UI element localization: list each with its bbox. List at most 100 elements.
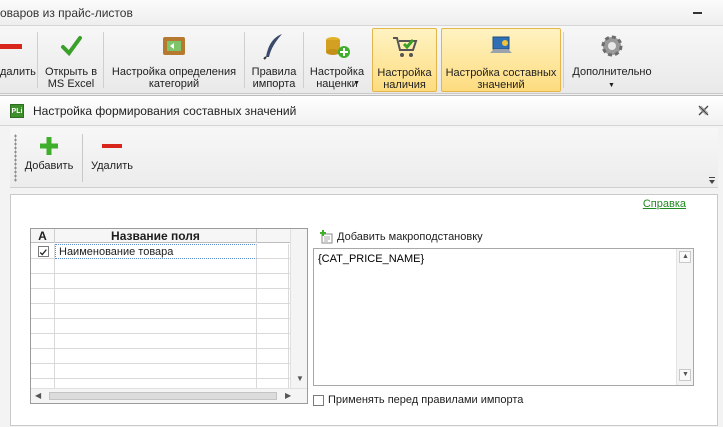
delete-button[interactable]: Удалить: [87, 134, 137, 182]
scroll-down-button[interactable]: ▼: [679, 369, 691, 381]
row-checkbox-cell[interactable]: [31, 289, 55, 304]
excel-check-icon: [61, 36, 82, 57]
add-macro-icon: [320, 230, 333, 244]
dialog-content: Справка А Название поля Наименование тов…: [10, 194, 718, 426]
ribbon-separator: [103, 32, 104, 88]
app-title-bar: оваров из прайс-листов: [0, 0, 723, 26]
scroll-right-icon[interactable]: ▶: [285, 392, 291, 400]
delete-icon: [0, 44, 22, 49]
ribbon-import-rules-label: Правила импорта: [251, 66, 297, 90]
grid-vertical-scrollbar[interactable]: ▼: [290, 229, 307, 388]
ribbon-additional-button[interactable]: Дополнительно ▼: [566, 28, 658, 92]
row-checkbox[interactable]: [38, 246, 49, 257]
toolbar-overflow-icon[interactable]: [708, 177, 716, 185]
row-extra-cell: [257, 289, 289, 304]
table-row[interactable]: [31, 304, 307, 319]
row-checkbox-cell[interactable]: [31, 244, 55, 259]
dialog-title-bar: PLi Настройка формирования составных зна…: [0, 96, 723, 126]
dropdown-arrow-icon: ▼: [353, 80, 360, 87]
row-extra-cell: [257, 259, 289, 274]
apply-before-import-box[interactable]: [313, 395, 324, 406]
ribbon-availability-settings-label: Настройка наличия: [377, 67, 432, 91]
ribbon-separator: [37, 32, 38, 88]
row-extra-cell: [257, 364, 289, 379]
ribbon-availability-settings-button[interactable]: Настройка наличия: [372, 28, 437, 92]
table-row[interactable]: [31, 364, 307, 379]
scroll-left-icon[interactable]: ◀: [35, 392, 41, 400]
table-row[interactable]: [31, 289, 307, 304]
coins-plus-icon: [326, 37, 350, 58]
ribbon-open-excel-button[interactable]: Открыть в MS Excel: [40, 28, 102, 92]
column-header-a[interactable]: А: [31, 229, 55, 243]
minimize-icon[interactable]: [693, 12, 702, 14]
row-extra-cell: [257, 319, 289, 334]
row-checkbox-cell[interactable]: [31, 334, 55, 349]
minus-icon: [102, 144, 122, 148]
ribbon-open-excel-label: Открыть в MS Excel: [44, 66, 98, 90]
ribbon-markup-settings-button[interactable]: Настройка наценки ▼: [306, 28, 368, 92]
table-row[interactable]: [31, 334, 307, 349]
row-checkbox-cell[interactable]: [31, 349, 55, 364]
app-logo-icon: PLi: [10, 104, 24, 118]
column-header-blank: [257, 229, 289, 243]
macro-text-area[interactable]: {CAT_PRICE_NAME}: [313, 248, 694, 386]
row-field-name-cell[interactable]: [55, 364, 257, 379]
ribbon-composite-values-label: Настройка составных значений: [445, 67, 557, 91]
laptop-settings-icon: [490, 36, 512, 53]
row-extra-cell: [257, 349, 289, 364]
ribbon-separator: [563, 32, 564, 88]
row-field-name-cell[interactable]: [55, 349, 257, 364]
toolbar-grip[interactable]: [14, 134, 17, 182]
dialog-toolbar: Добавить Удалить: [10, 128, 718, 188]
row-checkbox-cell[interactable]: [31, 304, 55, 319]
scroll-down-icon[interactable]: ▼: [296, 375, 304, 383]
quill-pen-icon: [263, 34, 282, 60]
row-checkbox-cell[interactable]: [31, 259, 55, 274]
macro-vertical-scrollbar[interactable]: ▲ ▼: [676, 249, 693, 385]
ribbon-composite-values-button[interactable]: Настройка составных значений: [441, 28, 561, 92]
row-field-name-cell[interactable]: [55, 304, 257, 319]
cart-check-icon: [392, 37, 417, 57]
plus-icon: [40, 137, 58, 155]
row-field-name-cell[interactable]: [55, 259, 257, 274]
horizontal-scroll-thumb[interactable]: [49, 392, 277, 400]
ribbon-import-rules-button[interactable]: Правила импорта: [247, 28, 301, 92]
ribbon-additional-label: Дополнительно: [572, 66, 652, 78]
fields-grid: А Название поля Наименование товара ▼ ◀ …: [30, 228, 308, 404]
row-extra-cell: [257, 304, 289, 319]
gear-icon: [601, 35, 623, 57]
table-row[interactable]: [31, 349, 307, 364]
table-row[interactable]: [31, 274, 307, 289]
scroll-up-button[interactable]: ▲: [679, 251, 691, 263]
close-icon[interactable]: [698, 105, 709, 116]
ribbon-delete-label: далить: [0, 66, 36, 78]
ribbon: далить Открыть в MS Excel Настройка опре…: [0, 26, 723, 94]
row-field-name-cell[interactable]: [55, 319, 257, 334]
row-field-name-cell[interactable]: [55, 334, 257, 349]
row-extra-cell: [257, 274, 289, 289]
ribbon-category-settings-button[interactable]: Настройка определения категорий: [106, 28, 242, 92]
toolbar-separator: [82, 134, 83, 182]
row-checkbox-cell[interactable]: [31, 364, 55, 379]
row-field-name-cell[interactable]: [55, 274, 257, 289]
composite-values-dialog: PLi Настройка формирования составных зна…: [0, 95, 723, 427]
help-link[interactable]: Справка: [643, 198, 686, 210]
grid-horizontal-scrollbar[interactable]: ◀ ▶: [31, 388, 307, 403]
ribbon-separator: [303, 32, 304, 88]
column-header-field-name[interactable]: Название поля: [55, 229, 257, 243]
dropdown-arrow-icon: ▼: [608, 82, 615, 89]
add-button[interactable]: Добавить: [22, 134, 76, 182]
row-field-name-cell[interactable]: [55, 289, 257, 304]
row-checkbox-cell[interactable]: [31, 319, 55, 334]
row-field-name-cell[interactable]: Наименование товара: [55, 244, 257, 259]
checkmark-icon: [39, 249, 47, 256]
category-folder-icon: [163, 37, 185, 55]
table-row[interactable]: [31, 319, 307, 334]
grid-header: А Название поля: [31, 229, 307, 243]
ribbon-delete-button[interactable]: далить: [0, 28, 36, 92]
row-field-name: Наименование товара: [59, 246, 174, 258]
apply-before-import-label: Применять перед правилами импорта: [328, 394, 524, 406]
row-checkbox-cell[interactable]: [31, 274, 55, 289]
table-row[interactable]: Наименование товара: [31, 244, 307, 259]
table-row[interactable]: [31, 259, 307, 274]
